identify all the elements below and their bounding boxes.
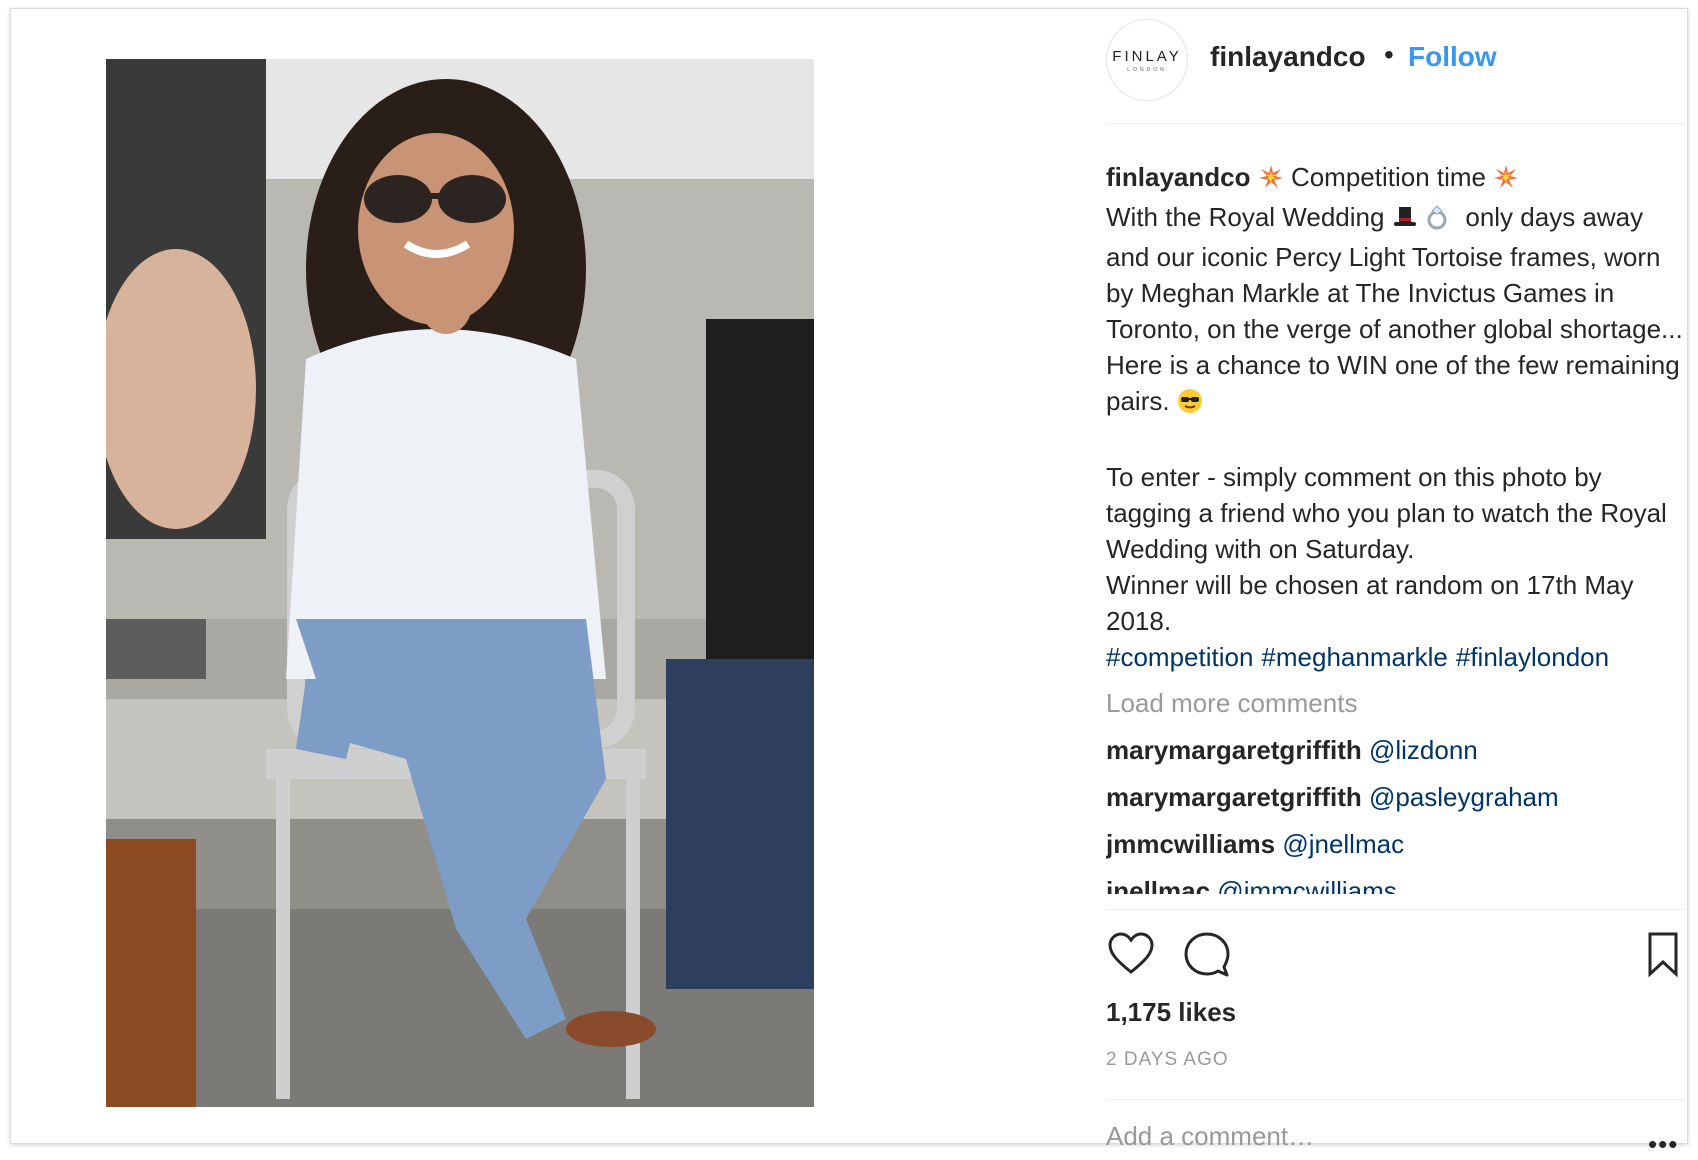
post-photo-illustration bbox=[106, 59, 814, 1107]
comment-username[interactable]: marymargaretgriffith bbox=[1106, 782, 1362, 812]
comment-item: jmmcwilliams @jnellmac bbox=[1106, 826, 1688, 862]
post-photo[interactable] bbox=[106, 59, 814, 1107]
collision-emoji-icon bbox=[1493, 163, 1519, 199]
follow-button[interactable]: Follow bbox=[1408, 41, 1497, 73]
comment-mention[interactable]: @jmmcwilliams bbox=[1217, 876, 1397, 894]
comment-bubble-icon[interactable] bbox=[1182, 929, 1232, 979]
sunglasses-emoji-icon bbox=[1177, 387, 1203, 423]
avatar-sub-text: LONDON bbox=[1127, 66, 1167, 73]
header-username[interactable]: finlayandco bbox=[1210, 41, 1366, 73]
comment-username[interactable]: marymargaretgriffith bbox=[1106, 735, 1362, 765]
caption-hashtags: #competition #meghanmarkle #finlaylondon bbox=[1106, 639, 1688, 675]
avatar-brand-text: FINLAY bbox=[1112, 47, 1182, 65]
comment-input-divider bbox=[1106, 1099, 1688, 1100]
caption-line1: Competition time bbox=[1283, 162, 1494, 192]
more-options-button[interactable]: ••• bbox=[1648, 1129, 1678, 1160]
post-header: FINLAY LONDON finlayandco • Follow bbox=[1106, 9, 1688, 129]
bookmark-icon[interactable] bbox=[1638, 929, 1688, 979]
heart-icon[interactable] bbox=[1106, 929, 1156, 979]
comment-item: marymargaretgriffith @pasleygraham bbox=[1106, 779, 1688, 815]
comment-username[interactable]: jnellmac bbox=[1106, 876, 1210, 894]
comment-mention[interactable]: @lizdonn bbox=[1369, 735, 1478, 765]
caption-line2-start: With the Royal Wedding bbox=[1106, 202, 1392, 232]
comment-mention[interactable]: @jnellmac bbox=[1282, 829, 1404, 859]
comments-list[interactable]: finlayandco Competition time With the Ro… bbox=[1106, 159, 1688, 894]
likes-count[interactable]: 1,175 likes bbox=[1106, 997, 1236, 1028]
hashtag-link[interactable]: #finlaylondon bbox=[1456, 642, 1609, 672]
caption: finlayandco Competition time With the Ro… bbox=[1106, 159, 1688, 639]
hashtag-link[interactable]: #meghanmarkle bbox=[1261, 642, 1447, 672]
post-timestamp: 2 DAYS AGO bbox=[1106, 1049, 1229, 1070]
comment-item: jnellmac @jmmcwilliams bbox=[1106, 873, 1688, 894]
avatar[interactable]: FINLAY LONDON bbox=[1106, 19, 1188, 101]
add-comment-input[interactable] bbox=[1106, 1119, 1606, 1153]
post-details-panel: FINLAY LONDON finlayandco • Follow finla… bbox=[1106, 9, 1688, 1159]
comment-username[interactable]: jmmcwilliams bbox=[1106, 829, 1275, 859]
actions-divider bbox=[1106, 909, 1688, 910]
ring-emoji-icon bbox=[1425, 203, 1451, 239]
collision-emoji-icon bbox=[1258, 163, 1284, 199]
header-divider bbox=[1106, 123, 1688, 124]
action-bar bbox=[1106, 929, 1688, 989]
header-separator-dot: • bbox=[1384, 39, 1394, 70]
caption-username[interactable]: finlayandco bbox=[1106, 162, 1250, 192]
comment-mention[interactable]: @pasleygraham bbox=[1369, 782, 1559, 812]
hashtag-link[interactable]: #competition bbox=[1106, 642, 1253, 672]
top-hat-emoji-icon bbox=[1392, 203, 1418, 239]
load-more-comments-button[interactable]: Load more comments bbox=[1106, 685, 1688, 721]
caption-paragraph2: To enter - simply comment on this photo … bbox=[1106, 462, 1667, 636]
post-card: FINLAY LONDON finlayandco • Follow finla… bbox=[10, 8, 1688, 1159]
comment-item: marymargaretgriffith @lizdonn bbox=[1106, 732, 1688, 768]
